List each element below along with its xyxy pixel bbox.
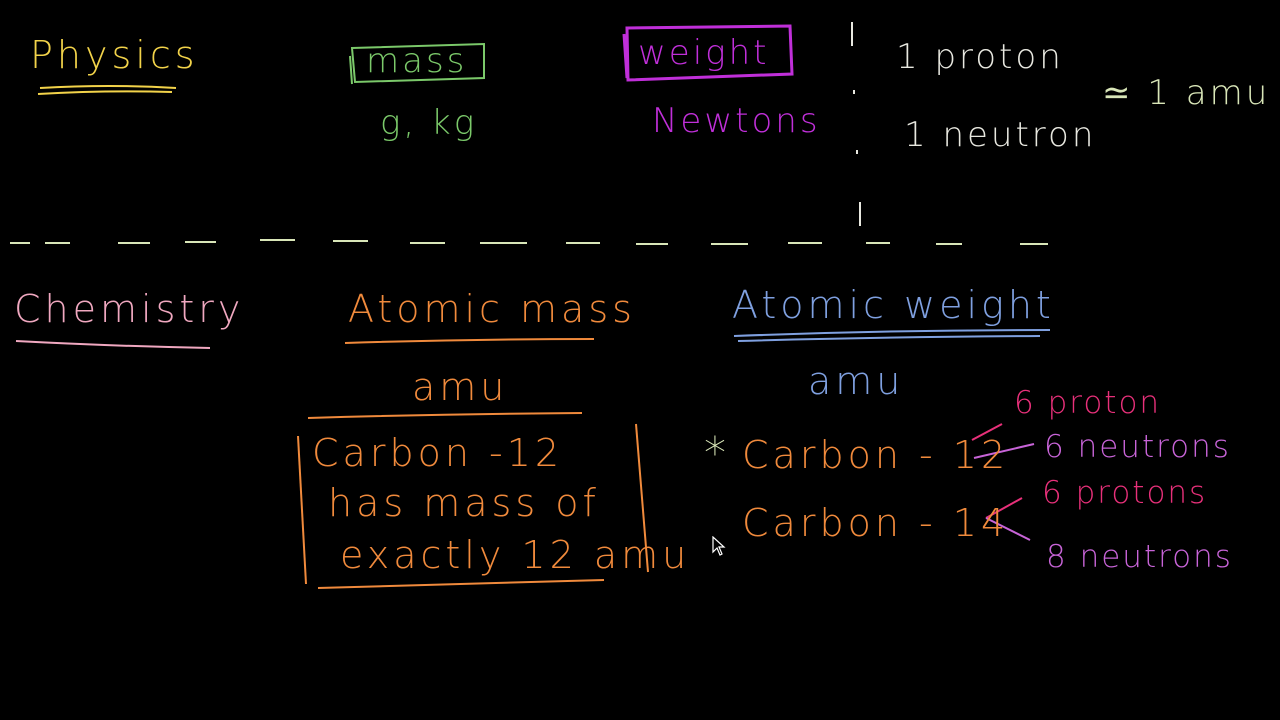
amu-underline <box>307 412 583 419</box>
atomic-weight-unit: amu <box>808 359 905 403</box>
chemistry-heading: Chemistry <box>14 287 245 331</box>
definition-box-bottom <box>317 579 605 589</box>
chemistry-underline <box>15 340 211 349</box>
carbon-12-label: Carbon - 12 <box>742 433 1010 477</box>
mouse-cursor-icon <box>712 536 726 556</box>
mass-label: mass <box>366 41 468 81</box>
star-mark: * <box>704 428 730 479</box>
atomic-mass-unit: amu <box>412 365 509 409</box>
definition-box-left <box>297 435 307 585</box>
atomic-mass-label: Atomic mass <box>348 287 636 331</box>
neutron-label: 1 neutron <box>904 115 1097 155</box>
carbon-14-label: Carbon - 14 <box>742 501 1010 545</box>
proton-label: 1 proton <box>896 37 1064 77</box>
blackboard: Physics mass g, kg weight Newtons 1 prot… <box>0 0 1280 720</box>
definition-line-3: exactly 12 amu <box>340 533 691 577</box>
carbon-12-neutrons: 6 neutrons <box>1044 429 1231 465</box>
mass-units: g, kg <box>380 103 478 143</box>
drawn-lines <box>10 22 1051 589</box>
atomic-weight-underline <box>733 329 1051 342</box>
definition-line-2: has mass of <box>328 481 600 525</box>
vertical-dashes <box>851 22 861 226</box>
definition-line-1: Carbon -12 <box>312 431 564 475</box>
physics-heading: Physics <box>30 33 199 77</box>
divider-dashes <box>10 239 1048 245</box>
carbon-14-neutrons: 8 neutrons <box>1046 539 1233 575</box>
carbon-14-protons: 6 protons <box>1042 475 1208 511</box>
weight-label: weight <box>638 33 770 73</box>
approx-amu: ≃ 1 amu <box>1102 73 1271 113</box>
atomic-weight-label: Atomic weight <box>732 283 1055 327</box>
atomic-mass-underline <box>344 338 595 344</box>
carbon-12-protons: 6 proton <box>1014 385 1162 421</box>
weight-units: Newtons <box>652 101 821 141</box>
physics-underline <box>37 85 177 95</box>
